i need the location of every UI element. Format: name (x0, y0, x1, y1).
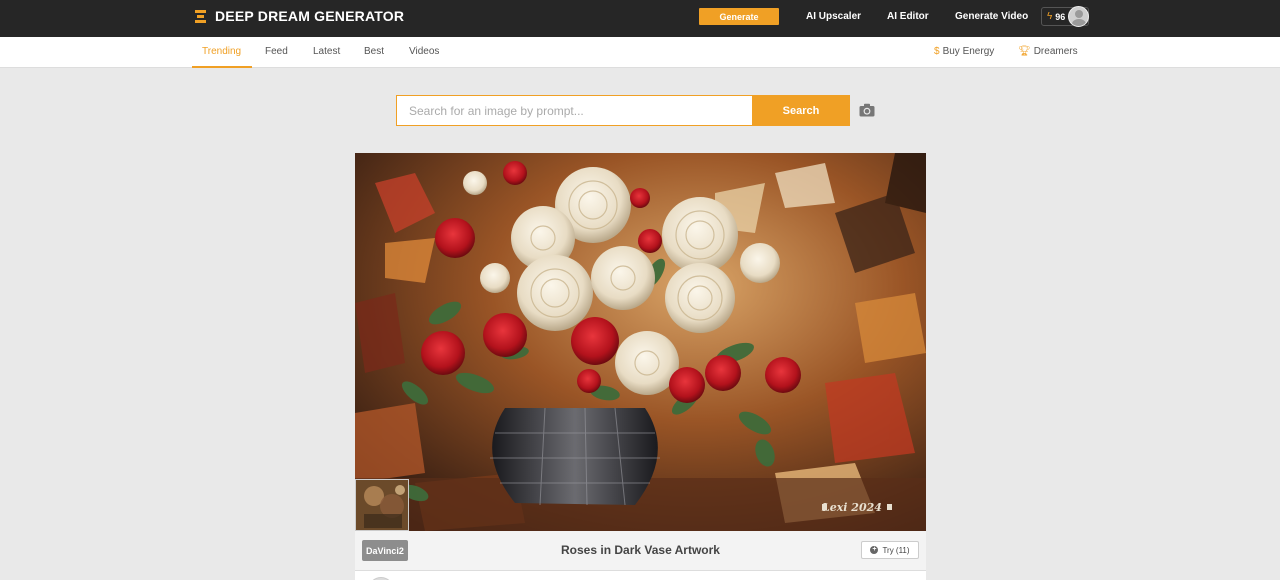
generate-button[interactable]: Generate (699, 8, 779, 25)
featured-artwork[interactable] (355, 153, 926, 531)
camera-icon[interactable] (859, 103, 875, 117)
active-tab-indicator (192, 66, 252, 68)
roses-painting (355, 153, 926, 531)
nav-generate-video[interactable]: Generate Video (955, 11, 1028, 22)
sub-navigation: Trending Feed Latest Best Videos $ Buy E… (0, 37, 1280, 68)
site-logo[interactable]: DEEP DREAM GENERATOR (195, 8, 404, 24)
tab-latest[interactable]: Latest (313, 46, 340, 57)
buy-energy-link[interactable]: $ Buy Energy (934, 46, 994, 57)
top-bar: DEEP DREAM GENERATOR Generate AI Upscale… (0, 0, 1280, 37)
logo-icon (195, 9, 206, 23)
artwork-title: Roses in Dark Vase Artwork (561, 543, 720, 557)
artist-signature: Lexi 2024 (822, 501, 882, 514)
dreamers-link[interactable]: 🏆︎ Dreamers (1018, 46, 1078, 57)
plus-circle-icon: + (870, 546, 879, 554)
site-name: DEEP DREAM GENERATOR (215, 8, 405, 24)
search-button[interactable]: Search (752, 95, 850, 126)
tab-trending[interactable]: Trending (202, 46, 241, 57)
tab-videos[interactable]: Videos (409, 46, 439, 57)
nav-ai-editor[interactable]: AI Editor (887, 11, 929, 22)
tab-feed[interactable]: Feed (265, 46, 288, 57)
dollar-icon: $ (934, 46, 940, 57)
user-avatar[interactable] (1068, 6, 1089, 27)
search-input[interactable] (396, 95, 753, 126)
trophy-icon: 🏆︎ (1018, 46, 1031, 57)
try-button[interactable]: + Try (11) (861, 541, 919, 559)
thumbnail-image (356, 480, 408, 530)
try-label: Try (11) (882, 545, 910, 555)
lightning-icon: ϟ (1047, 10, 1053, 22)
buy-energy-label: Buy Energy (942, 46, 995, 57)
dreamers-label: Dreamers (1033, 46, 1078, 57)
comment-area (355, 571, 926, 580)
nav-ai-upscaler[interactable]: AI Upscaler (806, 11, 861, 22)
energy-count: 96 (1055, 11, 1066, 22)
artwork-caption-bar: DaVinci2 Roses in Dark Vase Artwork + Tr… (355, 531, 926, 571)
tab-best[interactable]: Best (364, 46, 384, 57)
variation-thumbnail[interactable] (355, 479, 409, 531)
